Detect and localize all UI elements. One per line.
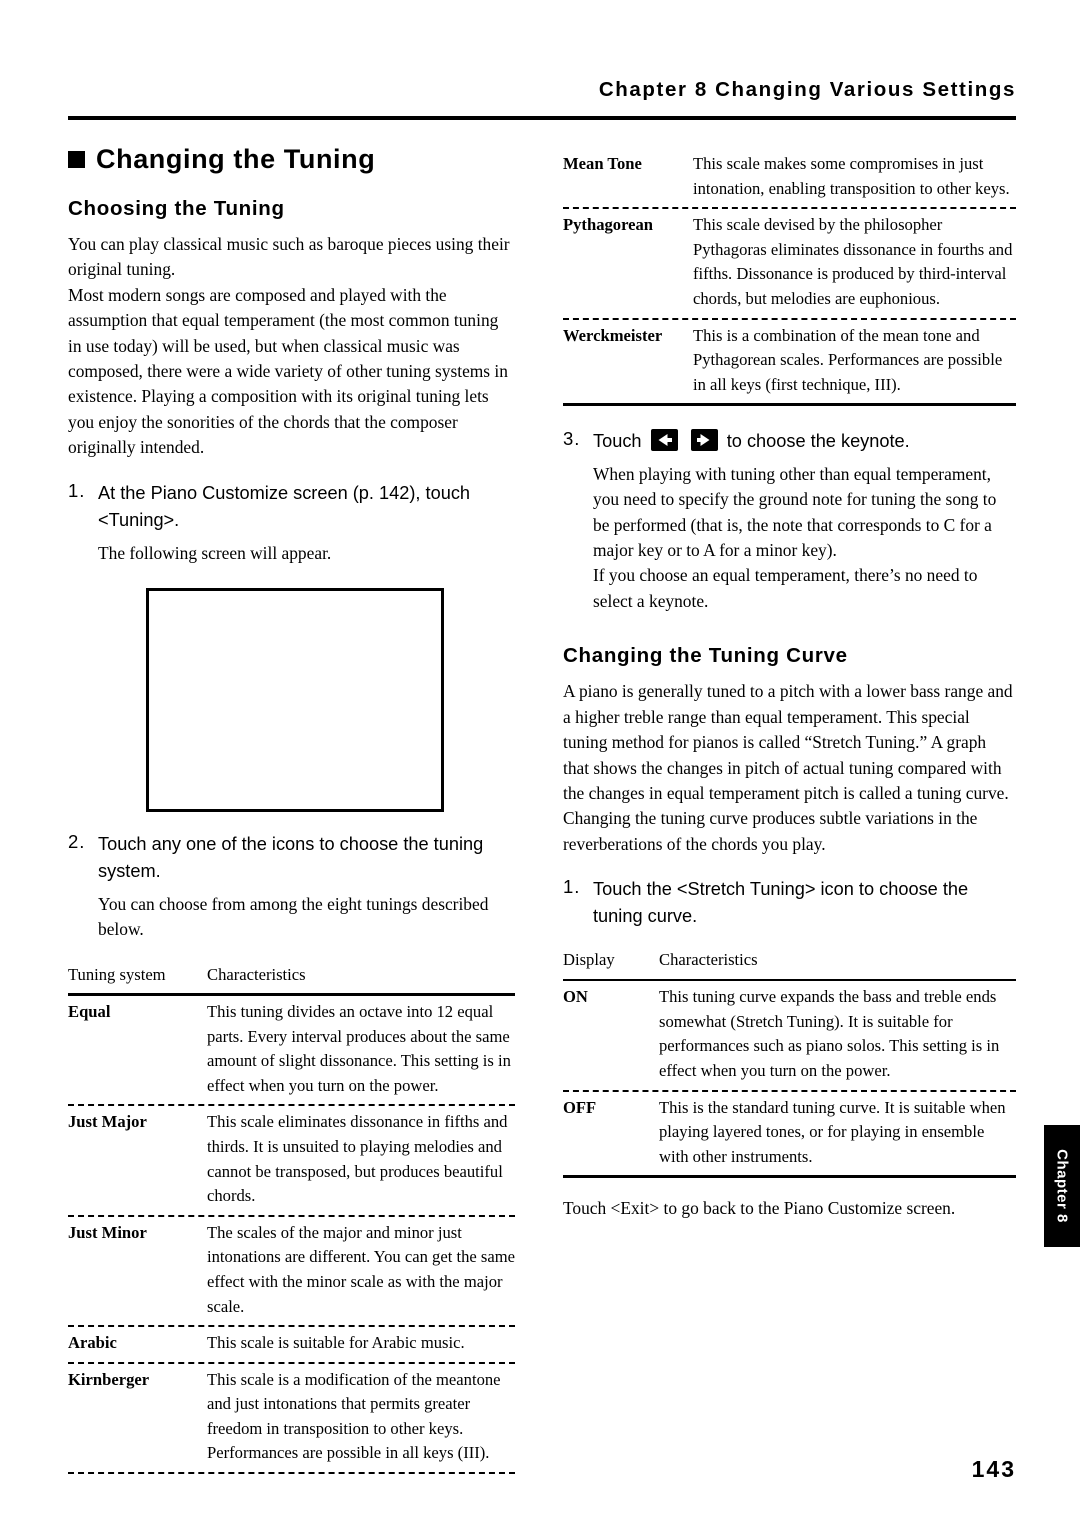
curve-paragraph-1: A piano is generally tuned to a pitch wi… bbox=[563, 681, 1013, 854]
step-2-text: Touch any one of the icons to choose the… bbox=[98, 834, 484, 882]
table-header-desc: Characteristics bbox=[207, 964, 306, 984]
table-row-term: Mean Tone bbox=[563, 154, 642, 173]
step-3-text-tail: to choose the keynote. bbox=[726, 430, 910, 451]
header-rule bbox=[68, 116, 1016, 120]
table-header-desc: Characteristics bbox=[659, 950, 758, 970]
tuning-curve-table: Display Characteristics ON This tuning c… bbox=[563, 944, 1016, 1178]
table-row-desc: This scale makes some compromises in jus… bbox=[693, 154, 1010, 198]
table-row: Arabic This scale is suitable for Arabic… bbox=[68, 1327, 515, 1362]
table-row: Kirnberger This scale is a modification … bbox=[68, 1364, 515, 1472]
step-1-text: At the Piano Customize screen (p. 142), … bbox=[98, 482, 471, 530]
table-row-term: ON bbox=[563, 987, 588, 1007]
table-row-desc: This is a combination of the mean tone a… bbox=[693, 325, 1003, 394]
table-header-row: Tuning system Characteristics bbox=[68, 959, 515, 994]
table-row-desc: This scale is a modification of the mean… bbox=[207, 1369, 501, 1463]
table-row-term: Arabic bbox=[68, 1333, 117, 1353]
table-row: Just Minor The scales of the major and m… bbox=[68, 1217, 515, 1325]
table-row-term: Pythagorean bbox=[563, 215, 654, 235]
table-rule bbox=[563, 1175, 1016, 1178]
table-header-row: Display Characteristics bbox=[563, 944, 1016, 979]
table-row: Mean Tone This scale makes some compromi… bbox=[563, 148, 1016, 207]
step-3-body-1: When playing with tuning other than equa… bbox=[593, 463, 997, 561]
table-row-term: Kirnberger bbox=[68, 1369, 150, 1389]
right-arrow-icon[interactable] bbox=[690, 428, 718, 451]
curve-step-1-text: Touch the <Stretch Tuning> icon to choos… bbox=[593, 879, 969, 927]
table-row-term: Werckmeister bbox=[563, 325, 663, 345]
step-3-text-lead: Touch bbox=[593, 430, 642, 451]
step-1: 1. At the Piano Customize screen (p. 142… bbox=[68, 480, 515, 534]
table-row-desc: This is the standard tuning curve. It is… bbox=[659, 1097, 1006, 1166]
table-row-desc: The scales of the major and minor just i… bbox=[207, 1222, 515, 1316]
tuning-systems-table: Tuning system Characteristics Equal This… bbox=[68, 959, 515, 1475]
curve-step-1-number: 1. bbox=[563, 876, 581, 898]
table-header-term: Tuning system bbox=[68, 964, 166, 984]
table-row-desc: This scale is suitable for Arabic music. bbox=[207, 1333, 465, 1353]
tuning-systems-table-continued: Mean Tone This scale makes some compromi… bbox=[563, 148, 1016, 406]
table-row-term: Just Minor bbox=[68, 1222, 147, 1242]
page-number: 143 bbox=[971, 1456, 1016, 1482]
step-2-number: 2. bbox=[68, 831, 86, 853]
step-2: 2. Touch any one of the icons to choose … bbox=[68, 831, 515, 885]
step-1-body: The following screen will appear. bbox=[98, 542, 332, 563]
section-title: Changing the Tuning bbox=[96, 144, 376, 174]
step-1-number: 1. bbox=[68, 479, 86, 501]
chapter-side-tab-label: Chapter 8 bbox=[1053, 1149, 1071, 1223]
step-2-body: You can choose from among the eight tuni… bbox=[98, 894, 489, 940]
right-column: Mean Tone This scale makes some compromi… bbox=[563, 140, 1016, 1221]
table-row: Pythagorean This scale devised by the ph… bbox=[563, 209, 1016, 317]
table-row-term: OFF bbox=[563, 1097, 597, 1117]
table-row: Werckmeister This is a combination of th… bbox=[563, 320, 1016, 404]
table-row: ON This tuning curve expands the bass an… bbox=[563, 981, 1016, 1089]
screen-illustration-placeholder bbox=[146, 588, 444, 813]
table-row-desc: This scale devised by the philosopher Py… bbox=[693, 215, 1013, 308]
table-row: Just Major This scale eliminates dissona… bbox=[68, 1106, 515, 1214]
step-3-body-2: If you choose an equal temperament, ther… bbox=[593, 565, 978, 611]
subsection-changing-the-tuning-curve: Changing the Tuning Curve bbox=[563, 644, 848, 668]
intro-paragraph-1: You can play classical music such as bar… bbox=[68, 234, 510, 280]
left-column: Changing the Tuning Choosing the Tuning … bbox=[68, 140, 515, 1475]
curve-step-1: 1. Touch the <Stretch Tuning> icon to ch… bbox=[563, 876, 1016, 930]
table-row-desc: This tuning divides an octave into 12 eq… bbox=[207, 1001, 511, 1095]
intro-paragraph-2: Most modern songs are composed and playe… bbox=[68, 284, 508, 458]
left-arrow-icon[interactable] bbox=[650, 428, 678, 451]
heading-bullet-square-icon bbox=[68, 151, 85, 168]
subsection-choosing-the-tuning: Choosing the Tuning bbox=[68, 197, 285, 220]
table-row-term: Just Major bbox=[68, 1112, 147, 1132]
table-header-term: Display bbox=[563, 950, 615, 970]
document-page: Chapter 8 Changing Various Settings Chan… bbox=[0, 0, 1080, 1528]
table-row: OFF This is the standard tuning curve. I… bbox=[563, 1092, 1016, 1176]
table-row-term: Equal bbox=[68, 1001, 111, 1021]
closing-note: Touch <Exit> to go back to the Piano Cus… bbox=[563, 1197, 956, 1218]
table-rule bbox=[563, 403, 1016, 406]
section-heading-changing-the-tuning: Changing the Tuning bbox=[68, 144, 515, 175]
table-row-desc: This scale eliminates dissonance in fift… bbox=[207, 1112, 508, 1206]
step-3-text: Touch to choose the keynote. bbox=[593, 428, 910, 455]
table-row: Equal This tuning divides an octave into… bbox=[68, 996, 515, 1104]
chapter-header: Chapter 8 Changing Various Settings bbox=[598, 78, 1016, 101]
step-3-number: 3. bbox=[563, 427, 581, 449]
table-row-desc: This tuning curve expands the bass and t… bbox=[659, 987, 1000, 1080]
step-3: 3. Touch to choose the keynote. bbox=[563, 428, 1016, 455]
table-rule bbox=[68, 1472, 515, 1475]
chapter-side-tab: Chapter 8 bbox=[1044, 1125, 1080, 1247]
